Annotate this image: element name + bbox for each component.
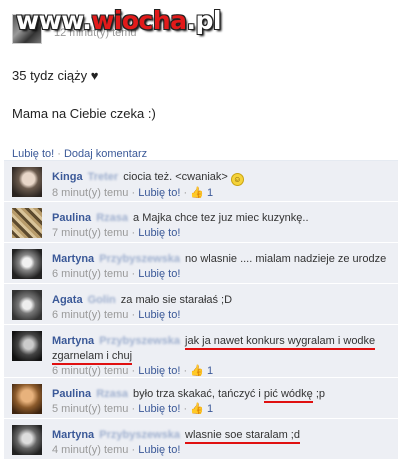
comment-text: ciocia też. <cwaniak> — [123, 171, 228, 183]
comment-meta: 8 minut(y) temu · Lubię to! · 👍 1 — [52, 187, 214, 199]
comment-text: jak ja nawet konkurs wygralam i wodke — [185, 335, 376, 350]
post-text-line2: Mama na Ciebie czeka :) — [12, 106, 156, 121]
commenter-name[interactable]: Paulina — [52, 388, 91, 400]
comment-text: było trza skakać, tańczyć i pić wódkę ;p — [133, 388, 325, 403]
comment-text: a Majka chce tez juz miec kuzynkę.. — [133, 212, 309, 224]
commenter-name[interactable]: Martyna — [52, 253, 94, 265]
comment-like-link[interactable]: Lubię to! — [138, 268, 180, 280]
commenter-avatar[interactable] — [12, 331, 42, 361]
commenter-surname-blurred[interactable]: Rzasa — [96, 387, 128, 402]
post-header: 12 minut(y) temu www.wiocha.pl — [0, 0, 401, 48]
comment-item: Agata Golin za mało sie starałaś ;D 6 mi… — [4, 284, 398, 325]
comment-text: wlasnie soe staralam ;d — [185, 429, 300, 444]
like-count[interactable]: 1 — [207, 403, 213, 415]
comment-item: Martyna Przybyszewska jak ja nawet konku… — [4, 325, 398, 378]
commenter-name[interactable]: Martyna — [52, 429, 94, 441]
commenter-name[interactable]: Martyna — [52, 335, 94, 347]
post-text-line1: 35 tydz ciąży ♥ — [12, 68, 99, 83]
comment-item: Martyna Przybyszewska no wlasnie .... mi… — [4, 243, 398, 284]
commenter-surname-blurred[interactable]: Golin — [88, 293, 116, 308]
commenter-avatar[interactable] — [12, 167, 42, 197]
like-count[interactable]: 1 — [207, 187, 213, 199]
comment-meta: 5 minut(y) temu · Lubię to! · 👍 1 — [52, 403, 214, 415]
comment-time[interactable]: 6 minut(y) temu — [52, 365, 128, 377]
add-comment-link[interactable]: Dodaj komentarz — [64, 148, 147, 160]
smiley-icon: ☺ — [230, 173, 244, 186]
comment-time[interactable]: 7 minut(y) temu — [52, 227, 128, 239]
comment-text: za mało sie starałaś ;D — [120, 294, 233, 306]
comment-meta: 6 minut(y) temu · Lubię to! — [52, 309, 181, 321]
comment-time[interactable]: 8 minut(y) temu — [52, 187, 128, 199]
comment-like-link[interactable]: Lubię to! — [138, 365, 180, 377]
thumbs-up-icon[interactable]: 👍 — [190, 365, 204, 377]
comment-like-link[interactable]: Lubię to! — [138, 187, 180, 199]
comment-meta: 6 minut(y) temu · Lubię to! — [52, 268, 181, 280]
commenter-surname-blurred[interactable]: Przybyszewska — [99, 334, 180, 349]
comment-like-link[interactable]: Lubię to! — [138, 444, 180, 456]
commenter-surname-blurred[interactable]: Treter — [88, 170, 119, 185]
wiocha-watermark-logo: www.wiocha.pl — [16, 6, 221, 35]
comment-like-link[interactable]: Lubię to! — [138, 403, 180, 415]
commenter-name[interactable]: Kinga — [52, 171, 83, 183]
comment-meta: 6 minut(y) temu · Lubię to! · 👍 1 — [52, 365, 214, 377]
comment-item: Paulina Rzasa było trza skakać, tańczyć … — [4, 378, 398, 419]
thumbs-up-icon[interactable]: 👍 — [190, 403, 204, 415]
comment-text: no wlasnie .... mialam nadzieje ze urodz… — [185, 253, 387, 265]
commenter-surname-blurred[interactable]: Przybyszewska — [99, 252, 180, 267]
comment-item: Martyna Przybyszewska wlasnie soe staral… — [4, 419, 398, 460]
commenter-name[interactable]: Agata — [52, 294, 83, 306]
comments-list: Kinga Treter ciocia też. <cwaniak> ☺ 8 m… — [4, 160, 398, 460]
thumbs-up-icon[interactable]: 👍 — [190, 187, 204, 199]
commenter-avatar[interactable] — [12, 425, 42, 455]
like-link[interactable]: Lubię to! — [12, 148, 54, 160]
commenter-avatar[interactable] — [12, 249, 42, 279]
comment-item: Paulina Rzasa a Majka chce tez juz miec … — [4, 202, 398, 243]
comment-like-link[interactable]: Lubię to! — [138, 227, 180, 239]
commenter-avatar[interactable] — [12, 290, 42, 320]
comment-meta: 7 minut(y) temu · Lubię to! — [52, 227, 181, 239]
comment-like-link[interactable]: Lubię to! — [138, 309, 180, 321]
commenter-name[interactable]: Paulina — [52, 212, 91, 224]
commenter-avatar[interactable] — [12, 208, 42, 238]
like-count[interactable]: 1 — [207, 365, 213, 377]
comment-meta: 4 minut(y) temu · Lubię to! — [52, 444, 181, 456]
comment-time[interactable]: 4 minut(y) temu — [52, 444, 128, 456]
comment-time[interactable]: 6 minut(y) temu — [52, 268, 128, 280]
post-actions: Lubię to! · Dodaj komentarz — [12, 148, 148, 160]
comment-text-continued: zgarnelam i chuj — [52, 350, 133, 365]
comment-item: Kinga Treter ciocia też. <cwaniak> ☺ 8 m… — [4, 160, 398, 202]
comment-time[interactable]: 6 minut(y) temu — [52, 309, 128, 321]
comment-time[interactable]: 5 minut(y) temu — [52, 403, 128, 415]
commenter-surname-blurred[interactable]: Przybyszewska — [99, 428, 180, 443]
commenter-surname-blurred[interactable]: Rzasa — [96, 211, 128, 226]
commenter-avatar[interactable] — [12, 384, 42, 414]
